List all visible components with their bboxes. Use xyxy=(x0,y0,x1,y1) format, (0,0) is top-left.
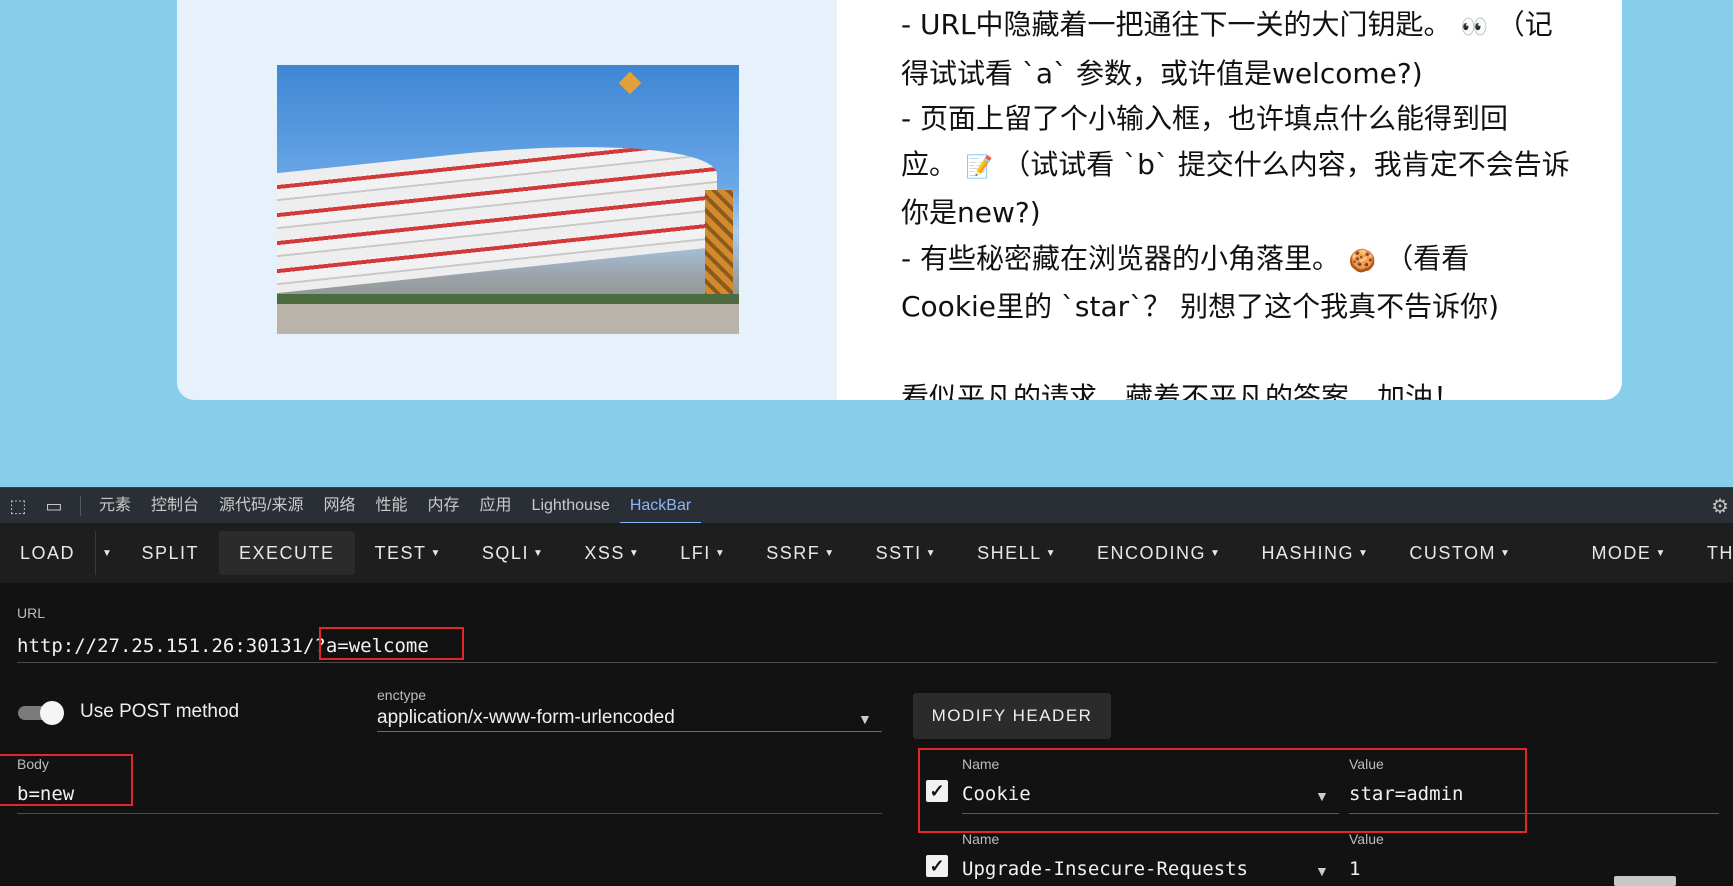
sqli-menu[interactable]: SQLI ▼ xyxy=(462,531,564,575)
hackbar-toolbar: LOAD ▼ SPLIT EXECUTE TEST ▼ SQLI ▼ XSS ▼ LF… xyxy=(0,523,1733,583)
cookie-icon: 🍪 xyxy=(1348,248,1377,274)
shell-menu[interactable]: SHELL ▼ xyxy=(957,531,1077,575)
tab-network[interactable]: 网络 xyxy=(313,488,365,524)
hint-line-5: 你是new?) xyxy=(901,196,1041,229)
tab-sources[interactable]: 源代码/来源 xyxy=(209,488,313,524)
hint-line-1: - URL中隐藏着一把通往下一关的大门钥匙。 👀 （记 xyxy=(901,8,1553,41)
enctype-underline xyxy=(377,731,882,732)
hint-line-4: 应。 📝 （试试看 `b` 提交什么内容，我肯定不会告诉 xyxy=(901,147,1570,181)
caret-down-icon: ▼ xyxy=(1045,548,1058,560)
encoding-menu[interactable]: ENCODING ▼ xyxy=(1077,531,1241,575)
device-toggle-icon[interactable]: ▭ xyxy=(36,496,72,517)
hint-line-6: - 有些秘密藏在浏览器的小角落里。 🍪 （看看 xyxy=(901,241,1470,275)
caret-down-icon: ▼ xyxy=(1500,548,1512,560)
mode-menu[interactable]: MODE ▼ xyxy=(1571,531,1686,575)
header-2-checkbox[interactable]: ✓ xyxy=(926,855,948,877)
caret-down-icon: ▼ xyxy=(824,548,836,560)
hackbar-panel: LOAD ▼ SPLIT EXECUTE TEST ▼ SQLI ▼ XSS ▼ LF… xyxy=(0,523,1733,886)
caret-down-icon: ▼ xyxy=(102,548,114,560)
caret-down-icon: ▼ xyxy=(714,548,727,560)
use-post-toggle[interactable] xyxy=(18,701,66,725)
hint-line-7: Cookie里的 `star`？ 别想了这个我真不告诉你) xyxy=(901,290,1499,323)
xss-menu[interactable]: XSS ▼ xyxy=(564,531,660,575)
use-post-label: Use POST method xyxy=(80,701,240,722)
caret-down-icon: ▼ xyxy=(1210,548,1222,560)
eyes-icon: 👀 xyxy=(1460,15,1488,40)
caret-down-icon[interactable]: ▼ xyxy=(858,711,872,727)
ssrf-menu[interactable]: SSRF ▼ xyxy=(746,531,855,575)
ssti-menu[interactable]: SSTI ▼ xyxy=(856,531,957,575)
devtools-tabstrip: ⬚ ▭ 元素 控制台 源代码/来源 网络 性能 内存 应用 Lighthouse… xyxy=(0,487,1733,524)
tab-hackbar[interactable]: HackBar xyxy=(619,488,702,524)
hint-line-8: 看似平凡的请求，藏着不平凡的答案，加油！ xyxy=(901,380,1462,401)
modify-header-button[interactable]: MODIFY HEADER xyxy=(913,693,1111,739)
caret-down-icon: ▼ xyxy=(925,548,938,560)
caret-down-icon: ▼ xyxy=(1357,548,1370,560)
url-label: URL xyxy=(17,605,46,621)
load-menu-button[interactable]: ▼ xyxy=(95,531,121,575)
tab-console[interactable]: 控制台 xyxy=(141,488,209,524)
tab-elements[interactable]: 元素 xyxy=(89,488,141,524)
school-photo xyxy=(277,65,739,334)
tab-memory[interactable]: 内存 xyxy=(418,488,470,524)
header-2-name-input[interactable]: Upgrade-Insecure-Requests xyxy=(962,858,1248,880)
header-2-value-label: Value xyxy=(1349,831,1384,847)
inspect-icon[interactable]: ⬚ xyxy=(0,496,36,517)
test-menu[interactable]: TEST ▼ xyxy=(355,531,462,575)
url-underline xyxy=(17,662,1717,663)
caret-down-icon: ▼ xyxy=(532,548,545,560)
execute-button[interactable]: EXECUTE xyxy=(218,531,355,575)
tab-performance[interactable]: 性能 xyxy=(366,488,418,524)
custom-menu[interactable]: CUSTOM ▼ xyxy=(1389,531,1531,575)
url-query-highlight xyxy=(319,627,464,660)
cookie-header-highlight xyxy=(918,748,1527,833)
body-underline xyxy=(17,813,882,814)
tab-lighthouse[interactable]: Lighthouse xyxy=(522,488,620,524)
hint-line-2: 得试试看 `a` 参数，或许值是welcome?) xyxy=(901,56,1423,90)
caret-down-icon: ▼ xyxy=(430,548,442,560)
enctype-select[interactable]: application/x-www-form-urlencoded xyxy=(377,707,675,729)
image-panel xyxy=(177,0,837,400)
load-button[interactable]: LOAD xyxy=(0,531,95,575)
tab-application[interactable]: 应用 xyxy=(470,488,522,524)
check-icon: ✓ xyxy=(929,856,945,876)
enctype-label: enctype xyxy=(377,687,427,703)
caret-down-icon: ▼ xyxy=(628,548,641,560)
corner-badge xyxy=(1614,876,1676,886)
caret-down-icon: ▼ xyxy=(1655,548,1667,560)
caret-down-icon[interactable]: ▼ xyxy=(1315,863,1329,879)
lfi-menu[interactable]: LFI ▼ xyxy=(660,531,746,575)
hashing-menu[interactable]: HASHING ▼ xyxy=(1241,531,1389,575)
photo-logo xyxy=(618,71,642,95)
ground-shape xyxy=(277,294,739,334)
content-card: - URL中隐藏着一把通往下一关的大门钥匙。 👀 （记 得试试看 `a` 参数，… xyxy=(177,0,1622,400)
hint-line-3: - 页面上留了个小输入框，也许填点什么能得到回 xyxy=(901,102,1509,135)
header-2-value-input[interactable]: 1 xyxy=(1349,858,1360,880)
settings-gear-icon[interactable]: ⚙ xyxy=(1711,494,1729,518)
building-shape xyxy=(277,126,717,294)
header-2-name-label: Name xyxy=(962,831,1000,847)
hint-text: - URL中隐藏着一把通往下一关的大门钥匙。 👀 （记 得试试看 `a` 参数，… xyxy=(901,2,1581,400)
body-highlight xyxy=(0,754,133,806)
url-base: http://27.25.151.26:30131/ xyxy=(17,635,315,657)
theme-menu[interactable]: THE xyxy=(1687,531,1733,575)
split-button[interactable]: SPLIT xyxy=(121,531,219,575)
memo-icon: 📝 xyxy=(965,154,994,180)
